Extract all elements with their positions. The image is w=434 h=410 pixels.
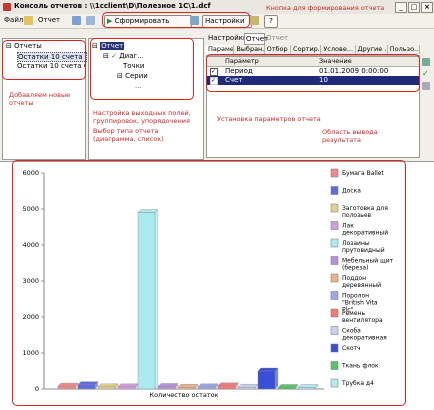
bar-top xyxy=(297,384,319,388)
bar-top xyxy=(137,209,159,213)
y-tick-label: 1000 xyxy=(22,349,39,357)
tab-order[interactable]: Сортир... xyxy=(291,45,322,54)
legend-label: Поддон деревянный xyxy=(342,275,381,289)
legend-label: Бумага Ballet xyxy=(342,170,384,177)
legend-swatch xyxy=(330,186,339,195)
bar xyxy=(177,386,196,390)
report-menu[interactable]: Отчет xyxy=(36,15,62,26)
back-icon[interactable] xyxy=(72,16,81,25)
y-tick-label: 6000 xyxy=(22,169,39,177)
y-tick-label: 0 xyxy=(35,385,39,393)
tab-selected[interactable]: Выбран... xyxy=(234,45,265,54)
bar xyxy=(97,386,116,390)
note-generate-button: Кнопка для формирования отчета xyxy=(266,4,385,12)
params-highlight xyxy=(206,54,420,92)
note-type-choice: Выбор типа отчета (диаграмма, список) xyxy=(93,127,164,143)
note-add-reports: Добавляем новые отчеты xyxy=(9,91,71,107)
bar xyxy=(297,387,316,390)
legend-label: Скоба декоративная xyxy=(342,328,387,342)
y-tick-label: 3000 xyxy=(22,277,39,285)
legend-label: Заготовка для полозьев xyxy=(342,205,388,219)
window-title: Консоль отчетов : \\1cclient\D\Полезное … xyxy=(14,2,211,10)
note-params-setup: Установка параметров отчета xyxy=(217,115,321,123)
bar-top xyxy=(257,367,279,372)
bar xyxy=(57,385,76,390)
tab-user[interactable]: Пользо... xyxy=(387,45,421,54)
legend-swatch xyxy=(330,361,339,370)
legend-label: Трубка д4 xyxy=(341,380,374,387)
legend-swatch xyxy=(330,238,339,248)
legend-swatch xyxy=(330,221,339,230)
legend-swatch xyxy=(330,256,339,265)
bar-chart: 0 1000 2000 3000 4000 5000 6000 Количество оста… xyxy=(22,168,394,399)
bar-side xyxy=(154,209,159,390)
bar xyxy=(157,386,176,390)
bar-top xyxy=(57,382,79,387)
bar xyxy=(197,386,216,390)
bar-top xyxy=(77,381,99,385)
tab-conditional[interactable]: Услове... xyxy=(321,45,356,54)
y-tick-label: 2000 xyxy=(22,313,39,321)
legend-label: Лак декоративный xyxy=(342,223,388,237)
help-button[interactable]: ? xyxy=(264,15,278,28)
structure-highlight xyxy=(90,38,194,100)
bar-side xyxy=(274,367,279,390)
legend-swatch xyxy=(330,378,339,388)
x-axis-label: Количество остаток xyxy=(149,391,218,399)
legend-swatch xyxy=(330,273,339,283)
legend-swatch xyxy=(330,168,339,178)
bar-top xyxy=(237,383,259,388)
legend-swatch xyxy=(330,343,339,353)
tab-params[interactable]: Параме... xyxy=(206,45,235,54)
legend-label: Лозаины прутовидный xyxy=(342,240,385,254)
y-tick-label: 5000 xyxy=(22,205,39,213)
bar xyxy=(217,385,236,390)
bar xyxy=(77,384,96,390)
note-fields-setup: Настройка выходных полей, группировок, у… xyxy=(93,109,191,125)
legend-label: Доска xyxy=(342,188,361,195)
file-menu[interactable]: Файл xyxy=(2,15,25,26)
bar-top xyxy=(117,383,139,388)
forward-icon[interactable] xyxy=(86,16,95,25)
bar-top xyxy=(277,384,299,388)
tool-icon[interactable] xyxy=(422,58,430,66)
tab-other[interactable]: Другие ... xyxy=(355,45,388,54)
legend-swatch xyxy=(330,291,339,300)
app-icon xyxy=(3,3,11,11)
bar xyxy=(237,386,256,390)
bar xyxy=(277,387,296,390)
settings-hint: Отчет xyxy=(266,34,289,42)
reports-highlight xyxy=(2,40,86,80)
bar xyxy=(117,386,136,390)
bar-top xyxy=(157,383,179,387)
tab-filter[interactable]: Отбор xyxy=(264,45,292,54)
legend-label: Ремень вентилятора xyxy=(342,310,383,324)
open-icon[interactable] xyxy=(24,16,33,25)
settings-select[interactable]: Отчет xyxy=(244,33,268,45)
settings-header: Настройки: Отчет Отчет xyxy=(206,32,432,46)
y-tick-label: 4000 xyxy=(22,241,39,249)
legend-swatch xyxy=(330,326,339,335)
bar-top xyxy=(177,383,199,388)
apply-icon[interactable]: ✓ xyxy=(422,70,430,78)
legend-label: Ткань флок xyxy=(341,363,379,370)
legend-swatch xyxy=(330,203,339,213)
bar-top xyxy=(197,383,219,388)
copy-icon[interactable] xyxy=(422,82,430,90)
bar xyxy=(137,212,156,390)
close-button[interactable]: × xyxy=(421,2,433,13)
bar-top xyxy=(217,382,239,386)
bar xyxy=(257,370,276,390)
note-output-area: Область вывода результата xyxy=(322,128,378,144)
legend-label: Скотч xyxy=(342,345,361,352)
side-tools: ✓ xyxy=(420,56,432,96)
wrench-icon[interactable] xyxy=(250,16,259,25)
legend-swatch xyxy=(330,308,339,318)
legend-label: Мебельный щит (береза) xyxy=(342,258,394,272)
generate-highlight xyxy=(102,12,250,28)
bar-top xyxy=(97,383,119,388)
